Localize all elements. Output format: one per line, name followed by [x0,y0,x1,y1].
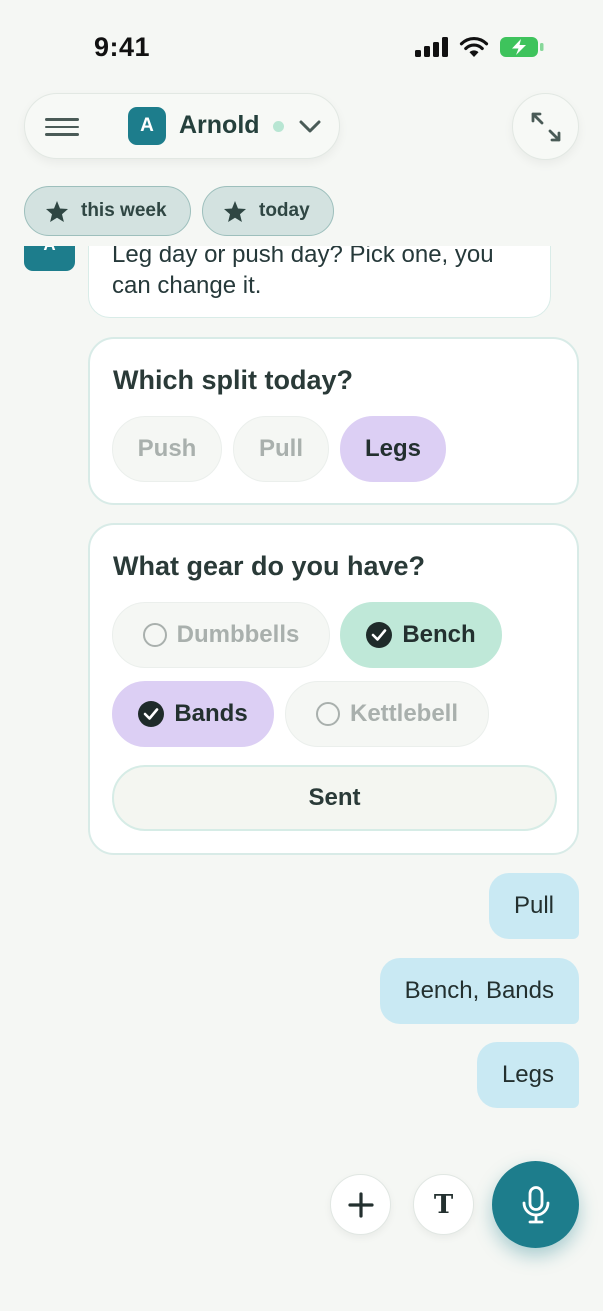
expand-button[interactable] [512,93,579,160]
split-option-legs[interactable]: Legs [340,416,446,482]
split-option-push[interactable]: Push [112,416,222,482]
checkmark-icon [366,622,393,648]
chat-thread[interactable]: A Leg day or push day? Pick one, you can… [0,246,603,1146]
battery-charging-icon [500,37,544,57]
gear-option-label: Kettlebell [349,700,459,727]
agent-switcher[interactable]: A Arnold [24,93,340,159]
agent-name: Arnold [179,111,260,139]
cellular-signal-icon [415,37,448,57]
bot-avatar: A [24,246,75,271]
chat-screen: 9:41 A Arnold this week today Leg day or… [0,0,603,1311]
chip-this-week[interactable]: this week [24,186,191,236]
bot-message: Leg day or push day? Pick one, you can c… [88,246,551,318]
status-time: 9:41 [94,32,151,62]
text-format-icon: T [433,1189,454,1220]
wifi-icon [459,36,489,57]
gear-option-label: Bands [174,700,248,727]
gear-option-label: Dumbbells [176,621,300,648]
radio-unchecked-icon [142,623,167,647]
add-button[interactable] [330,1174,391,1235]
user-message: Pull [488,873,579,939]
gear-option-bands[interactable]: Bands [112,681,274,747]
text-mode-button[interactable]: T [413,1174,474,1235]
chip-label: this week [81,200,167,221]
user-message: Legs [476,1042,579,1108]
user-message: Bench, Bands [379,958,579,1024]
gear-question-title: What gear do you have? [113,551,426,581]
split-question-card: Which split today? Push Pull Legs [88,337,579,505]
menu-icon[interactable] [45,118,79,136]
chip-today[interactable]: today [202,186,334,236]
gear-option-kettlebell[interactable]: Kettlebell [285,681,489,747]
gear-option-bench[interactable]: Bench [340,602,502,668]
chevron-down-icon[interactable] [299,116,321,136]
gear-question-card: What gear do you have? Dumbbells Bench B… [88,523,579,855]
chip-label: today [259,200,310,221]
microphone-icon [522,1185,549,1223]
split-option-pull[interactable]: Pull [233,416,329,482]
star-icon [46,200,68,222]
gear-option-label: Bench [402,621,476,648]
online-status-dot [273,121,284,132]
agent-avatar: A [128,107,166,145]
star-icon [224,200,246,222]
gear-option-dumbbells[interactable]: Dumbbells [112,602,330,668]
status-icons [415,36,545,58]
checkmark-icon [138,701,165,727]
plus-icon [347,1191,374,1218]
split-question-title: Which split today? [113,365,353,395]
sent-button[interactable]: Sent [112,765,557,831]
expand-icon [531,112,560,141]
radio-unchecked-icon [315,702,340,726]
microphone-button[interactable] [492,1161,579,1248]
